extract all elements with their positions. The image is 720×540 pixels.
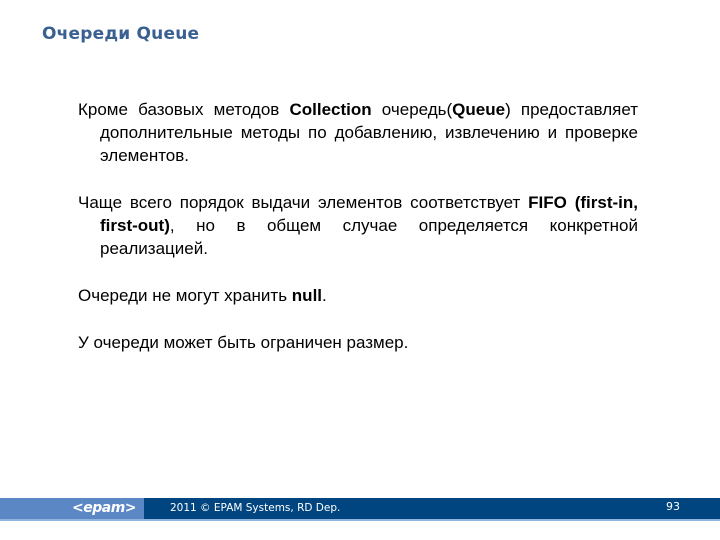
text-run: У очереди может быть ограничен размер. (78, 333, 409, 352)
paragraph-null: Очереди не могут хранить null. (78, 284, 638, 307)
text-run: Чаще всего порядок выдачи элементов соот… (78, 193, 529, 212)
text-run: Очереди не могут хранить (78, 286, 292, 305)
text-run-bold: Collection (289, 100, 372, 119)
footer-divider (0, 519, 720, 521)
text-run: очередь( (371, 100, 453, 119)
paragraph-size-limit: У очереди может быть ограничен размер. (78, 331, 638, 354)
text-run-bold: null (291, 286, 323, 305)
paragraph-fifo: Чаще всего порядок выдачи элементов соот… (78, 191, 638, 260)
footer-copyright: 2011 © EPAM Systems, RD Dep. (170, 502, 341, 514)
footer-bar: <epam> 2011 © EPAM Systems, RD Dep. 93 (0, 498, 720, 519)
text-run: , но в общем случае определяется конкрет… (100, 216, 638, 258)
page-number: 93 (666, 500, 680, 513)
text-run: . (322, 286, 327, 305)
slide-body: Кроме базовых методов Collection очередь… (78, 98, 638, 378)
footer-logo-area: <epam> (0, 498, 144, 519)
slide-title: Очереди Queue (42, 24, 200, 44)
text-run: Кроме базовых методов (78, 100, 290, 119)
epam-logo: <epam> (72, 500, 137, 516)
paragraph-collection-methods: Кроме базовых методов Collection очередь… (78, 98, 638, 167)
text-run-bold: Queue (452, 100, 506, 119)
